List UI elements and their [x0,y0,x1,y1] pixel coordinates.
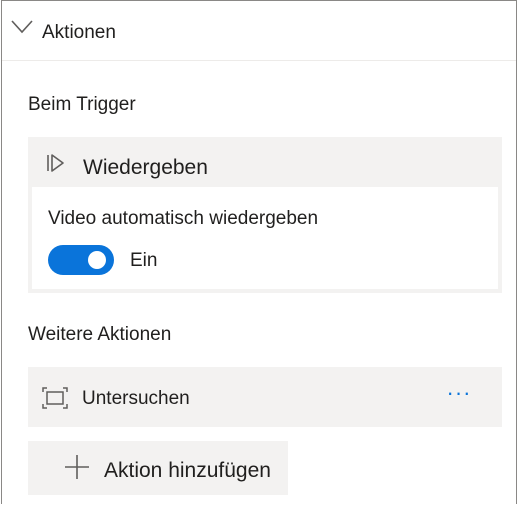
trigger-card-title: Wiedergeben [83,156,208,179]
toggle-knob [88,251,106,269]
play-icon [47,154,64,172]
action-item-untersuchen[interactable]: Untersuchen ··· [28,367,502,427]
plus-icon [65,455,89,479]
actions-panel: Aktionen Beim Trigger Wiedergeben Video … [1,0,517,504]
add-action-button[interactable]: Aktion hinzufügen [28,441,288,495]
autoplay-setting-label: Video automatisch wiedergeben [48,208,319,229]
section-title: Aktionen [42,22,116,43]
add-action-label: Aktion hinzufügen [104,459,271,482]
chevron-down-icon[interactable] [11,20,33,34]
trigger-group-label: Beim Trigger [28,94,136,115]
trigger-card-body: Video automatisch wiedergeben Ein [32,187,498,289]
more-actions-label: Weitere Aktionen [28,324,172,345]
trigger-card-header[interactable]: Wiedergeben [28,137,502,187]
action-item-label: Untersuchen [82,388,190,409]
expand-frame-icon [42,387,68,409]
more-dots-icon[interactable]: ··· [442,382,476,409]
section-header-actions[interactable]: Aktionen [2,1,516,61]
autoplay-toggle[interactable] [48,245,114,275]
trigger-action-card: Wiedergeben Video automatisch wiedergebe… [28,137,502,293]
toggle-state-text: Ein [130,250,158,271]
